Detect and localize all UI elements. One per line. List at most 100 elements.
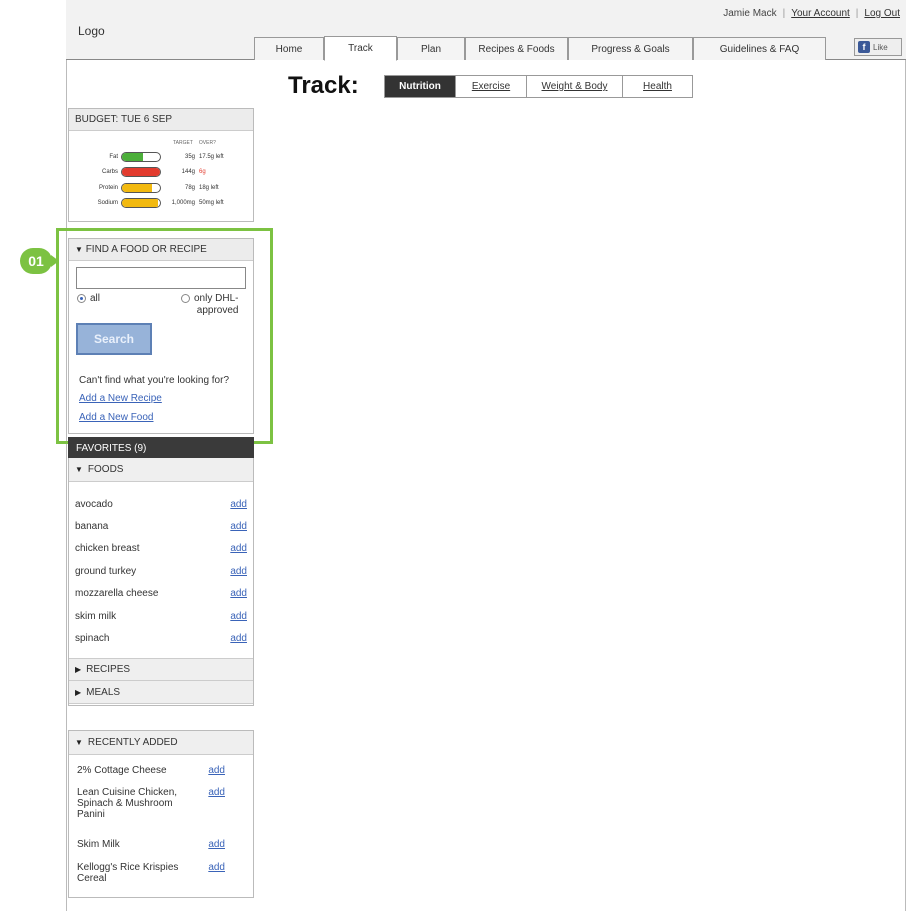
budget-row-carbs: Carbs 144g 6g — [69, 166, 255, 178]
add-link[interactable]: add — [230, 588, 247, 599]
page-title: Track: — [288, 72, 359, 99]
budget-over: 6g — [199, 169, 206, 175]
add-link[interactable]: add — [230, 499, 247, 510]
budget-bar-fill — [122, 168, 160, 176]
target-column-header: TARGET — [173, 140, 193, 146]
nav-tab-plan[interactable]: Plan — [397, 37, 465, 60]
budget-row-protein: Protein 78g 18g left — [69, 182, 255, 194]
food-name: skim milk — [75, 610, 117, 622]
budget-bar-fill — [122, 153, 143, 161]
recently-added-header[interactable]: ▼ RECENTLY ADDED — [69, 731, 253, 755]
budget-label: Fat — [109, 154, 118, 160]
callout-badge: 01 — [20, 248, 52, 274]
over-column-header: OVER? — [198, 140, 216, 146]
tab-exercise[interactable]: Exercise — [456, 75, 527, 98]
budget-label: Sodium — [97, 200, 118, 206]
food-name: chicken breast — [75, 542, 140, 554]
budget-target: 35g — [184, 154, 195, 160]
budget-row-fat: Fat 35g 17.5g left — [69, 151, 255, 163]
add-link[interactable]: add — [230, 611, 247, 622]
meals-section-header[interactable]: ▶ MEALS — [69, 681, 253, 704]
list-item: chicken breast add — [69, 537, 253, 559]
favorites-title[interactable]: FAVORITES (9) — [68, 437, 254, 458]
add-link[interactable]: add — [230, 521, 247, 532]
food-name: spinach — [75, 632, 110, 644]
food-name: banana — [75, 520, 109, 532]
add-link[interactable]: add — [230, 633, 247, 644]
tab-nutrition[interactable]: Nutrition — [384, 75, 456, 98]
main-nav: Home Track Plan Recipes & Foods Progress… — [254, 36, 826, 61]
add-link[interactable]: add — [208, 839, 225, 850]
triangle-down-icon: ▼ — [75, 465, 83, 474]
site-header: Logo Jamie Mack | Your Account | Log Out… — [66, 0, 906, 61]
budget-over: 18g left — [199, 185, 219, 191]
add-link[interactable]: add — [208, 787, 225, 820]
budget-row-sodium: Sodium 1,000mg 50mg left — [69, 197, 255, 209]
list-item: avocado add — [69, 493, 253, 515]
tab-health[interactable]: Health — [623, 75, 693, 98]
facebook-icon: f — [858, 41, 870, 53]
budget-title: BUDGET: TUE 6 SEP — [69, 109, 253, 131]
recent-item-name: 2% Cottage Cheese — [77, 765, 167, 776]
triangle-right-icon: ▶ — [75, 665, 82, 674]
budget-label: Protein — [98, 185, 118, 191]
budget-bar — [121, 198, 161, 208]
budget-panel: BUDGET: TUE 6 SEP TARGET OVER? Fat 35g 1… — [68, 108, 254, 222]
budget-bar — [121, 152, 161, 162]
track-subtabs: Nutrition Exercise Weight & Body Health — [384, 75, 693, 99]
recent-item-name: Kellogg's Rice Krispies Cereal — [77, 862, 179, 884]
list-item: 2% Cottage Cheese add — [69, 765, 253, 776]
list-item: skim milk add — [69, 605, 253, 627]
add-link[interactable]: add — [208, 765, 225, 776]
budget-label: Carbs — [101, 169, 118, 175]
list-item: spinach add — [69, 627, 253, 649]
nav-tab-home[interactable]: Home — [254, 37, 324, 60]
nav-tab-recipes-foods[interactable]: Recipes & Foods — [465, 37, 568, 60]
facebook-like-label: Like — [873, 42, 888, 52]
recent-item-name: Lean Cuisine Chicken, Spinach & Mushroom… — [77, 787, 178, 820]
foods-title: FOODS — [87, 464, 124, 475]
recently-added-title: RECENTLY ADDED — [87, 737, 178, 748]
user-name: Jamie Mack — [723, 8, 777, 19]
tab-weight-body[interactable]: Weight & Body — [527, 75, 623, 98]
facebook-like-button[interactable]: f Like — [854, 38, 902, 56]
log-out-link[interactable]: Log Out — [864, 8, 900, 19]
food-name: mozzarella cheese — [75, 587, 159, 599]
budget-bar-fill — [122, 184, 153, 192]
add-link[interactable]: add — [230, 566, 247, 577]
recent-item-name: Skim Milk — [77, 839, 120, 850]
add-link[interactable]: add — [208, 862, 225, 884]
site-logo[interactable]: Logo — [78, 24, 105, 38]
list-item: Lean Cuisine Chicken, Spinach & Mushroom… — [69, 787, 253, 820]
budget-over: 50mg left — [199, 200, 224, 206]
budget-target: 144g — [181, 169, 195, 175]
user-bar: Jamie Mack | Your Account | Log Out — [723, 8, 900, 19]
meals-title: MEALS — [86, 686, 121, 698]
nav-tab-progress-goals[interactable]: Progress & Goals — [568, 37, 693, 60]
food-name: ground turkey — [75, 565, 137, 577]
nav-tab-track[interactable]: Track — [324, 36, 397, 61]
foods-section-header[interactable]: ▼ FOODS — [69, 458, 253, 482]
food-name: avocado — [75, 498, 113, 510]
recipes-title: RECIPES — [86, 664, 131, 675]
triangle-right-icon: ▶ — [75, 687, 82, 697]
budget-bar — [121, 183, 161, 193]
separator: | — [782, 8, 786, 19]
recipes-section-header[interactable]: ▶ RECIPES — [69, 658, 253, 681]
list-item: Kellogg's Rice Krispies Cereal add — [69, 862, 253, 884]
favorites-panel: ▼ FOODS avocado add banana add chicken bre… — [68, 458, 254, 706]
list-item: mozzarella cheese add — [69, 582, 253, 604]
budget-bar — [121, 167, 161, 177]
list-item: ground turkey add — [69, 560, 253, 582]
nav-tab-guidelines-faq[interactable]: Guidelines & FAQ — [693, 37, 826, 60]
budget-target: 1,000mg — [171, 200, 195, 206]
recently-added-panel: ▼ RECENTLY ADDED 2% Cottage Cheese add Le… — [68, 730, 254, 898]
your-account-link[interactable]: Your Account — [791, 8, 850, 19]
budget-over: 17.5g left — [199, 154, 224, 160]
add-link[interactable]: add — [230, 543, 247, 554]
list-item: Skim Milk add — [69, 839, 253, 850]
triangle-down-icon: ▼ — [75, 738, 83, 747]
separator: | — [855, 8, 859, 19]
budget-bar-fill — [122, 199, 159, 207]
callout-highlight-frame — [56, 228, 273, 444]
